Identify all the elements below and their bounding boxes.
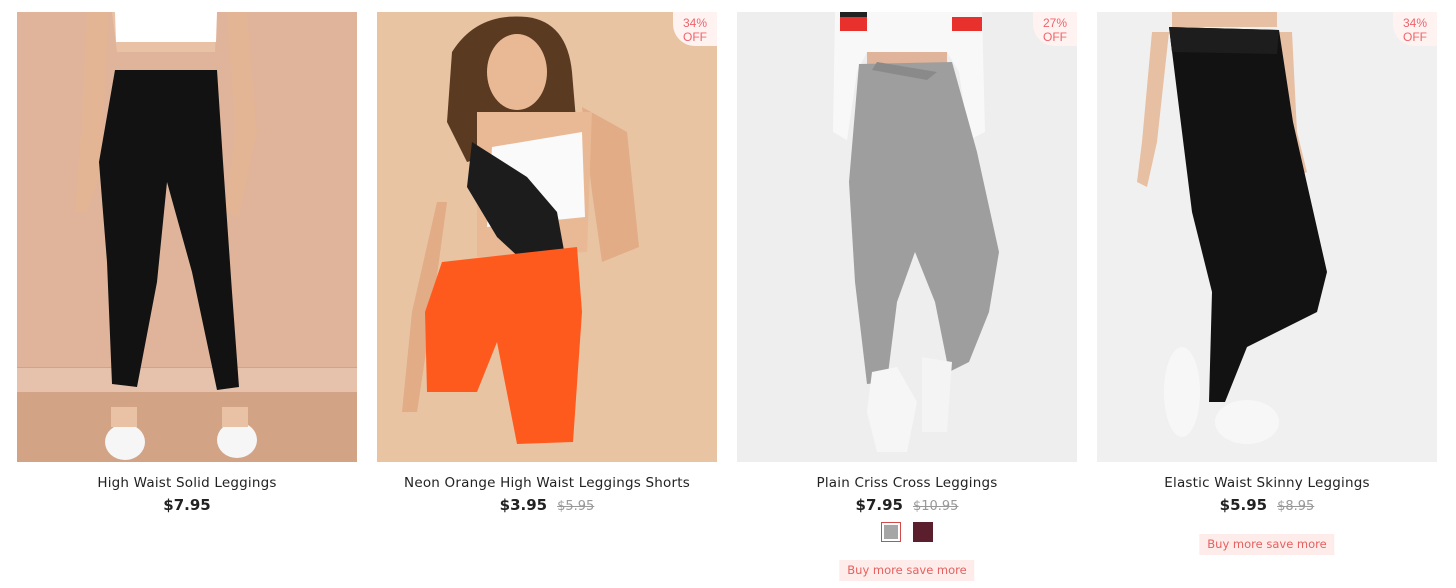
product-image[interactable]: 34% OFF — [377, 12, 717, 462]
color-swatches — [737, 522, 1077, 542]
discount-badge: 34% OFF — [1393, 12, 1437, 46]
price-row: $3.95 $5.95 — [377, 495, 717, 517]
discount-badge: 27% OFF — [1033, 12, 1077, 46]
product-image[interactable]: 27% OFF — [737, 12, 1077, 462]
product-image[interactable] — [17, 12, 357, 462]
discount-off-label: OFF — [1043, 30, 1067, 44]
product-card[interactable]: 34% OFF Neon Orange High Waist Leggings … — [377, 12, 717, 582]
product-card[interactable]: High Waist Solid Leggings $7.95 — [17, 12, 357, 582]
discount-badge: 34% OFF — [673, 12, 717, 46]
product-name[interactable]: Elastic Waist Skinny Leggings — [1097, 474, 1437, 492]
buy-more-save-more-button[interactable]: Buy more save more — [839, 560, 975, 581]
original-price: $10.95 — [912, 499, 959, 514]
discount-off-label: OFF — [1403, 30, 1427, 44]
product-card[interactable]: 27% OFF Plain Criss Cross Leggings $7.95… — [737, 12, 1077, 582]
original-price: $5.95 — [557, 499, 595, 514]
product-name[interactable]: High Waist Solid Leggings — [17, 474, 357, 492]
discount-percent: 34% — [682, 16, 708, 30]
color-swatch-grey[interactable] — [881, 522, 901, 542]
product-image[interactable]: 34% OFF — [1097, 12, 1437, 462]
discount-off-label: OFF — [683, 30, 707, 44]
product-name[interactable]: Neon Orange High Waist Leggings Shorts — [377, 474, 717, 492]
swatch-color — [884, 525, 898, 539]
original-price: $8.95 — [1277, 499, 1315, 514]
product-name[interactable]: Plain Criss Cross Leggings — [737, 474, 1077, 492]
price-row: $7.95 — [17, 495, 357, 516]
product-card[interactable]: 34% OFF Elastic Waist Skinny Leggings $5… — [1097, 12, 1437, 582]
product-price: $3.95 — [499, 496, 548, 514]
price-row: $7.95 $10.95 — [737, 495, 1077, 517]
product-price: $7.95 — [163, 496, 211, 514]
price-row: $5.95 $8.95 — [1097, 495, 1437, 517]
product-price: $7.95 — [855, 496, 903, 514]
color-swatch-burgundy[interactable] — [913, 522, 933, 542]
discount-percent: 27% — [1042, 16, 1068, 30]
buy-more-save-more-button[interactable]: Buy more save more — [1199, 534, 1335, 555]
product-price: $5.95 — [1219, 496, 1268, 514]
discount-percent: 34% — [1402, 16, 1428, 30]
